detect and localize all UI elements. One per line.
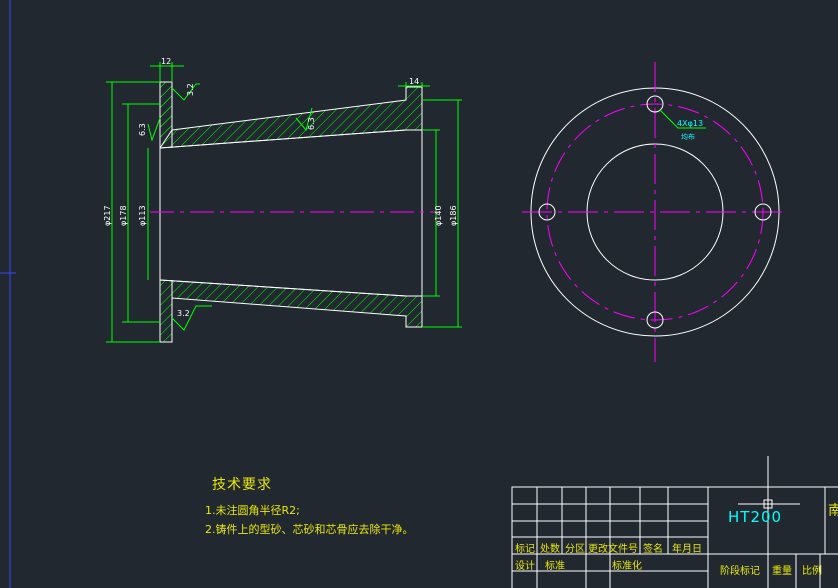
tb-standardization: 标准化 [612,561,642,572]
dim-dia-217: φ217 [103,205,112,226]
dim-top-width: 12 [161,57,171,66]
tech-requirements-title: 技术要求 [212,477,272,493]
dim-dia-140: φ140 [434,205,443,226]
tb-signature: 签名 [643,544,663,555]
cad-drawing-canvas: 12 14 3.2 3.2 6.3 6.3 φ217 φ178 φ113 φ14… [0,0,838,588]
tb-zone: 分区 [565,544,585,555]
roughness-bottom: 3.2 [177,309,190,318]
roughness-taper: 6.3 [307,117,316,130]
tb-weight: 重量 [772,566,792,577]
tech-requirement-2: 2.铸件上的型砂、芯砂和芯骨应去除干净。 [205,523,414,536]
drawing-frame [0,0,16,588]
end-view [522,62,788,362]
tech-requirement-1: 1.未注圆角半径R2; [205,504,300,517]
tb-change-doc: 更改文件号 [588,544,638,555]
hole-note-sub: 均布 [681,132,695,141]
tb-scale: 比例 [802,566,822,577]
lower-wall-section [159,279,423,343]
tb-mark: 标记 [515,544,535,555]
section-view [150,81,440,343]
tb-count: 处数 [540,544,560,555]
tb-edge-char: 南 [828,503,838,519]
dim-dia-178: φ178 [119,205,128,226]
tb-date: 年月日 [672,544,702,555]
hole-note: 4Xφ13 [677,119,703,128]
material-label: HT200 [728,508,783,526]
dim-dia-186: φ186 [449,205,458,226]
tb-standard: 标准 [545,561,565,572]
tb-stage-mark: 阶段标记 [720,566,760,577]
tb-design: 设计 [515,561,535,572]
dim-dia-113: φ113 [138,205,147,226]
roughness-top: 3.2 [186,83,195,96]
dim-right-width: 14 [409,77,419,86]
roughness-left: 6.3 [138,123,147,136]
